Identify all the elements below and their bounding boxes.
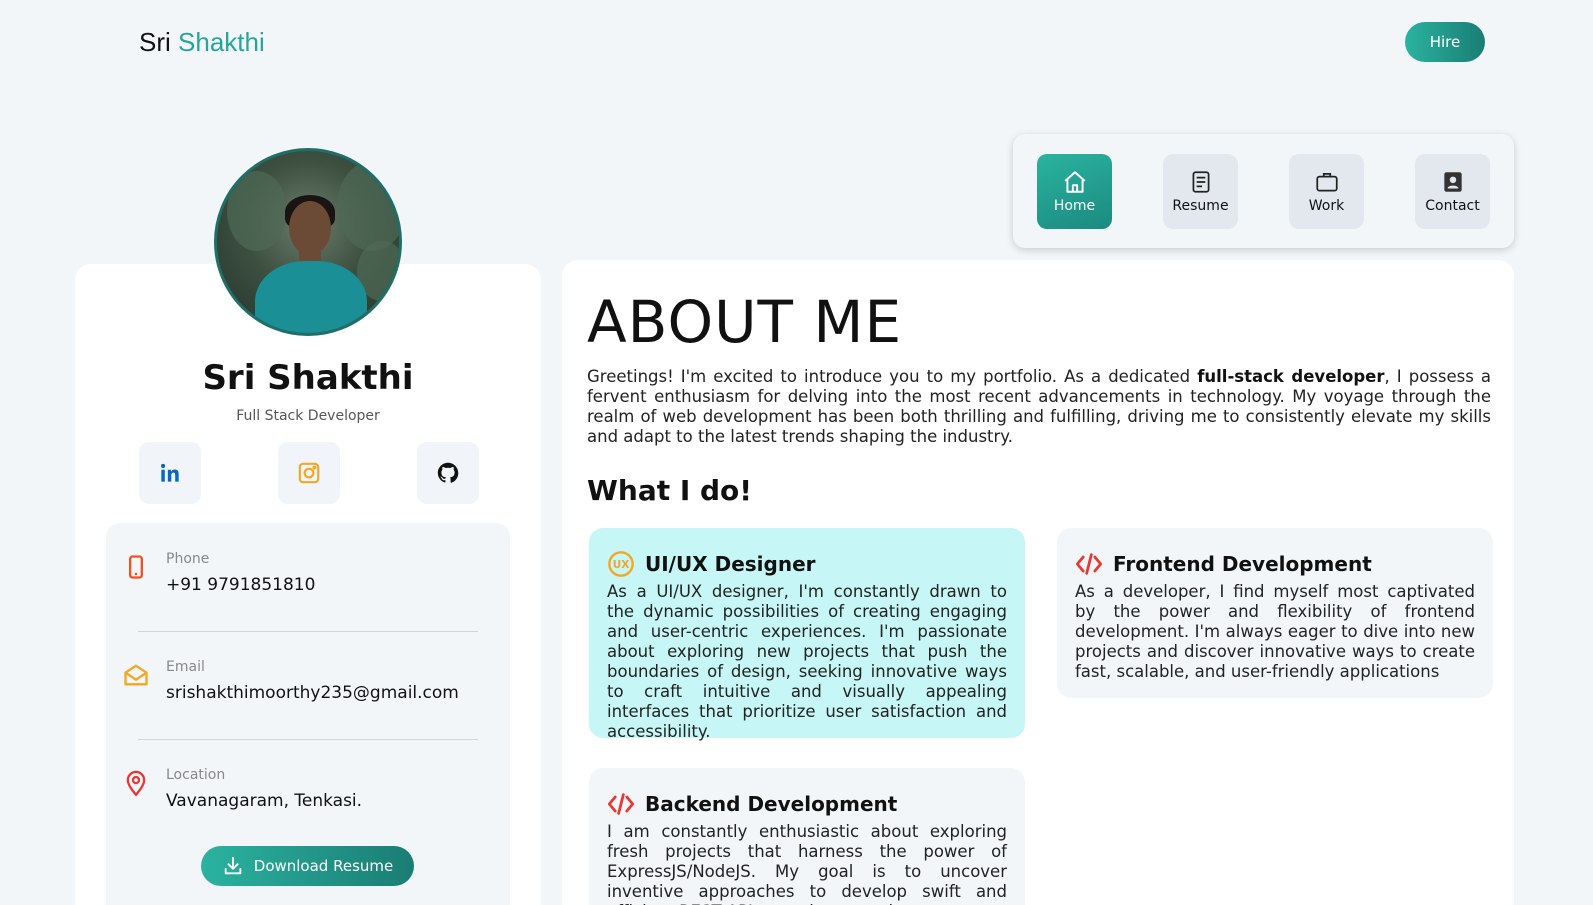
nav-label-resume: Resume — [1172, 198, 1229, 214]
phone-icon — [129, 555, 143, 579]
avatar — [214, 148, 402, 336]
about-bold-text: full-stack developer — [1197, 367, 1385, 386]
download-icon — [224, 856, 242, 875]
service-title: Backend Development — [645, 792, 898, 816]
email-label: Email — [166, 659, 205, 675]
contact-row-email: Email srishakthimoorthy235@gmail.com — [106, 631, 510, 711]
service-title: UI/UX Designer — [645, 552, 816, 576]
contact-row-phone: Phone +91 9791851810 — [106, 523, 510, 603]
service-description: As a developer, I find myself most capti… — [1075, 582, 1475, 681]
service-title: Frontend Development — [1113, 552, 1372, 576]
instagram-link[interactable] — [278, 442, 340, 504]
code-icon — [1075, 553, 1103, 575]
location-pin-icon — [126, 770, 146, 797]
email-value[interactable]: srishakthimoorthy235@gmail.com — [166, 683, 459, 703]
download-resume-button[interactable]: Download Resume — [201, 846, 414, 886]
location-label: Location — [166, 767, 226, 783]
about-paragraph: Greetings! I'm excited to introduce you … — [587, 367, 1491, 446]
brand-first: Sri — [139, 27, 171, 57]
instagram-icon — [298, 462, 320, 484]
nav-panel: Home Resume Work Contact — [1013, 134, 1514, 248]
brand-second: Shakthi — [178, 27, 265, 57]
github-link[interactable] — [417, 442, 479, 504]
download-resume-label: Download Resume — [253, 857, 394, 875]
nav-label-home: Home — [1053, 198, 1096, 214]
nav-item-work[interactable]: Work — [1289, 154, 1364, 229]
service-description: I am constantly enthusiastic about explo… — [607, 822, 1007, 905]
linkedin-icon — [161, 463, 179, 482]
contact-row-location: Location Vavanagaram, Tenkasi. — [106, 739, 510, 819]
nav-item-resume[interactable]: Resume — [1163, 154, 1238, 229]
home-icon — [1064, 171, 1085, 193]
profile-name: Sri Shakthi — [202, 358, 414, 398]
section-title-what-i-do: What I do! — [587, 474, 753, 507]
nav-label-contact: Contact — [1425, 198, 1480, 214]
nav-label-work: Work — [1308, 198, 1345, 214]
contact-card-icon — [1443, 172, 1462, 192]
document-icon — [1192, 171, 1209, 193]
page-title: ABOUT ME — [587, 288, 903, 356]
code-icon — [607, 793, 635, 815]
linkedin-link[interactable] — [139, 442, 201, 504]
envelope-icon — [124, 664, 148, 686]
service-card-backend: Backend Development I am constantly enth… — [589, 768, 1025, 905]
svg-text:UX: UX — [613, 559, 630, 571]
phone-label: Phone — [166, 551, 210, 567]
service-card-frontend: Frontend Development As a developer, I f… — [1057, 528, 1493, 698]
nav-item-home[interactable]: Home — [1037, 154, 1112, 229]
ux-icon: UX — [608, 551, 634, 577]
nav-item-contact[interactable]: Contact — [1415, 154, 1490, 229]
service-description: As a UI/UX designer, I'm constantly draw… — [607, 582, 1007, 741]
hire-button[interactable]: Hire — [1405, 22, 1485, 62]
github-icon — [437, 462, 459, 483]
profile-role: Full Stack Developer — [236, 408, 380, 424]
briefcase-icon — [1315, 173, 1338, 192]
location-value: Vavanagaram, Tenkasi. — [166, 791, 363, 811]
brand-logo[interactable]: Sri Shakthi — [139, 27, 265, 58]
service-card-uiux: UX UI/UX Designer As a UI/UX designer, I… — [589, 528, 1025, 741]
phone-value[interactable]: +91 9791851810 — [166, 575, 315, 595]
